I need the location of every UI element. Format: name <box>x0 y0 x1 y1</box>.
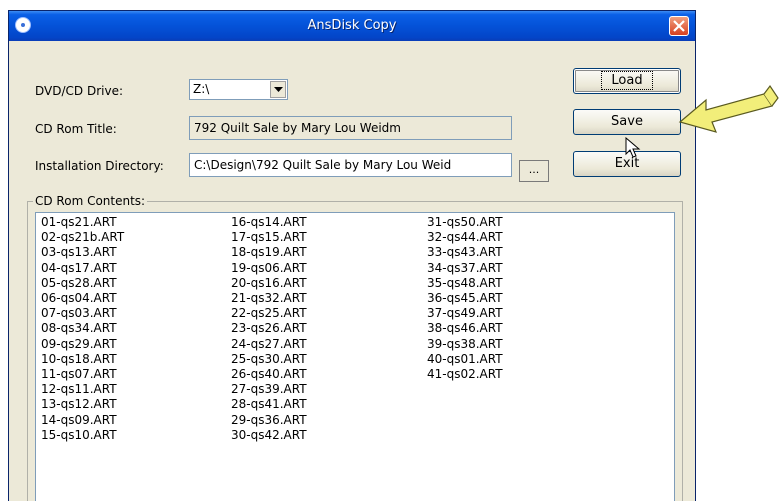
list-item[interactable]: 30-qs42.ART <box>231 428 307 443</box>
list-column-2: 16-qs14.ART 17-qs15.ART 18-qs19.ART 19-qs06… <box>231 215 307 443</box>
list-item[interactable]: 17-qs15.ART <box>231 230 307 245</box>
list-item[interactable]: 20-qs16.ART <box>231 276 307 291</box>
save-button[interactable]: Save <box>573 109 681 135</box>
list-item[interactable]: 05-qs28.ART <box>41 276 124 291</box>
cd-title-field: 792 Quilt Sale by Mary Lou Weidm <box>189 116 512 140</box>
list-item[interactable]: 22-qs25.ART <box>231 306 307 321</box>
list-item[interactable]: 14-qs09.ART <box>41 413 124 428</box>
window-title: AnsDisk Copy <box>307 18 397 33</box>
load-button-label: Load <box>601 71 653 90</box>
list-item[interactable]: 15-qs10.ART <box>41 428 124 443</box>
contents-label: CD Rom Contents: <box>33 194 148 208</box>
list-item[interactable]: 34-qs37.ART <box>427 261 503 276</box>
cd-title-label: CD Rom Title: <box>35 122 117 136</box>
list-item[interactable]: 06-qs04.ART <box>41 291 124 306</box>
list-item[interactable]: 40-qs01.ART <box>427 352 503 367</box>
list-column-1: 01-qs21.ART 02-qs21b.ART 03-qs13.ART 04-qs1… <box>41 215 124 443</box>
list-item[interactable]: 35-qs48.ART <box>427 276 503 291</box>
list-item[interactable]: 10-qs18.ART <box>41 352 124 367</box>
install-dir-label: Installation Directory: <box>35 159 164 173</box>
list-item[interactable]: 27-qs39.ART <box>231 382 307 397</box>
list-item[interactable]: 28-qs41.ART <box>231 397 307 412</box>
drive-select-value: Z:\ <box>193 82 210 96</box>
list-item[interactable]: 32-qs44.ART <box>427 230 503 245</box>
list-item[interactable]: 08-qs34.ART <box>41 321 124 336</box>
list-item[interactable]: 02-qs21b.ART <box>41 230 124 245</box>
mouse-pointer-icon <box>625 137 641 158</box>
drive-dropdown-button[interactable] <box>270 81 286 98</box>
dialog-window: AnsDisk Copy DVD/CD Drive: Z:\ CD Rom Ti… <box>8 10 696 501</box>
list-item[interactable]: 18-qs19.ART <box>231 245 307 260</box>
list-item[interactable]: 29-qs36.ART <box>231 413 307 428</box>
list-item[interactable]: 26-qs40.ART <box>231 367 307 382</box>
list-item[interactable]: 04-qs17.ART <box>41 261 124 276</box>
list-item[interactable]: 19-qs06.ART <box>231 261 307 276</box>
chevron-down-icon <box>274 87 283 92</box>
drive-label: DVD/CD Drive: <box>35 84 123 98</box>
contents-listbox[interactable]: 01-qs21.ART 02-qs21b.ART 03-qs13.ART 04-qs1… <box>35 212 675 501</box>
drive-select[interactable]: Z:\ <box>189 79 288 100</box>
list-item[interactable]: 25-qs30.ART <box>231 352 307 367</box>
install-dir-field[interactable]: C:\Design\792 Quilt Sale by Mary Lou Wei… <box>189 153 512 177</box>
list-item[interactable]: 31-qs50.ART <box>427 215 503 230</box>
list-item[interactable]: 16-qs14.ART <box>231 215 307 230</box>
list-item[interactable]: 07-qs03.ART <box>41 306 124 321</box>
close-button[interactable] <box>669 16 689 36</box>
list-item[interactable]: 37-qs49.ART <box>427 306 503 321</box>
list-item[interactable]: 38-qs46.ART <box>427 321 503 336</box>
list-item[interactable]: 33-qs43.ART <box>427 245 503 260</box>
list-column-3: 31-qs50.ART 32-qs44.ART 33-qs43.ART 34-qs37… <box>427 215 503 382</box>
list-item[interactable]: 21-qs32.ART <box>231 291 307 306</box>
list-item[interactable]: 24-qs27.ART <box>231 337 307 352</box>
list-item[interactable]: 36-qs45.ART <box>427 291 503 306</box>
close-icon <box>673 20 685 32</box>
list-item[interactable]: 09-qs29.ART <box>41 337 124 352</box>
title-bar[interactable]: AnsDisk Copy <box>9 11 695 41</box>
list-item[interactable]: 11-qs07.ART <box>41 367 124 382</box>
browse-button[interactable]: ... <box>519 160 549 182</box>
list-item[interactable]: 13-qs12.ART <box>41 397 124 412</box>
list-item[interactable]: 12-qs11.ART <box>41 382 124 397</box>
pointer-arrow-icon <box>678 84 779 133</box>
list-item[interactable]: 39-qs38.ART <box>427 337 503 352</box>
list-item[interactable]: 01-qs21.ART <box>41 215 124 230</box>
load-button[interactable]: Load <box>573 68 681 94</box>
list-item[interactable]: 41-qs02.ART <box>427 367 503 382</box>
list-item[interactable]: 03-qs13.ART <box>41 245 124 260</box>
list-item[interactable]: 23-qs26.ART <box>231 321 307 336</box>
